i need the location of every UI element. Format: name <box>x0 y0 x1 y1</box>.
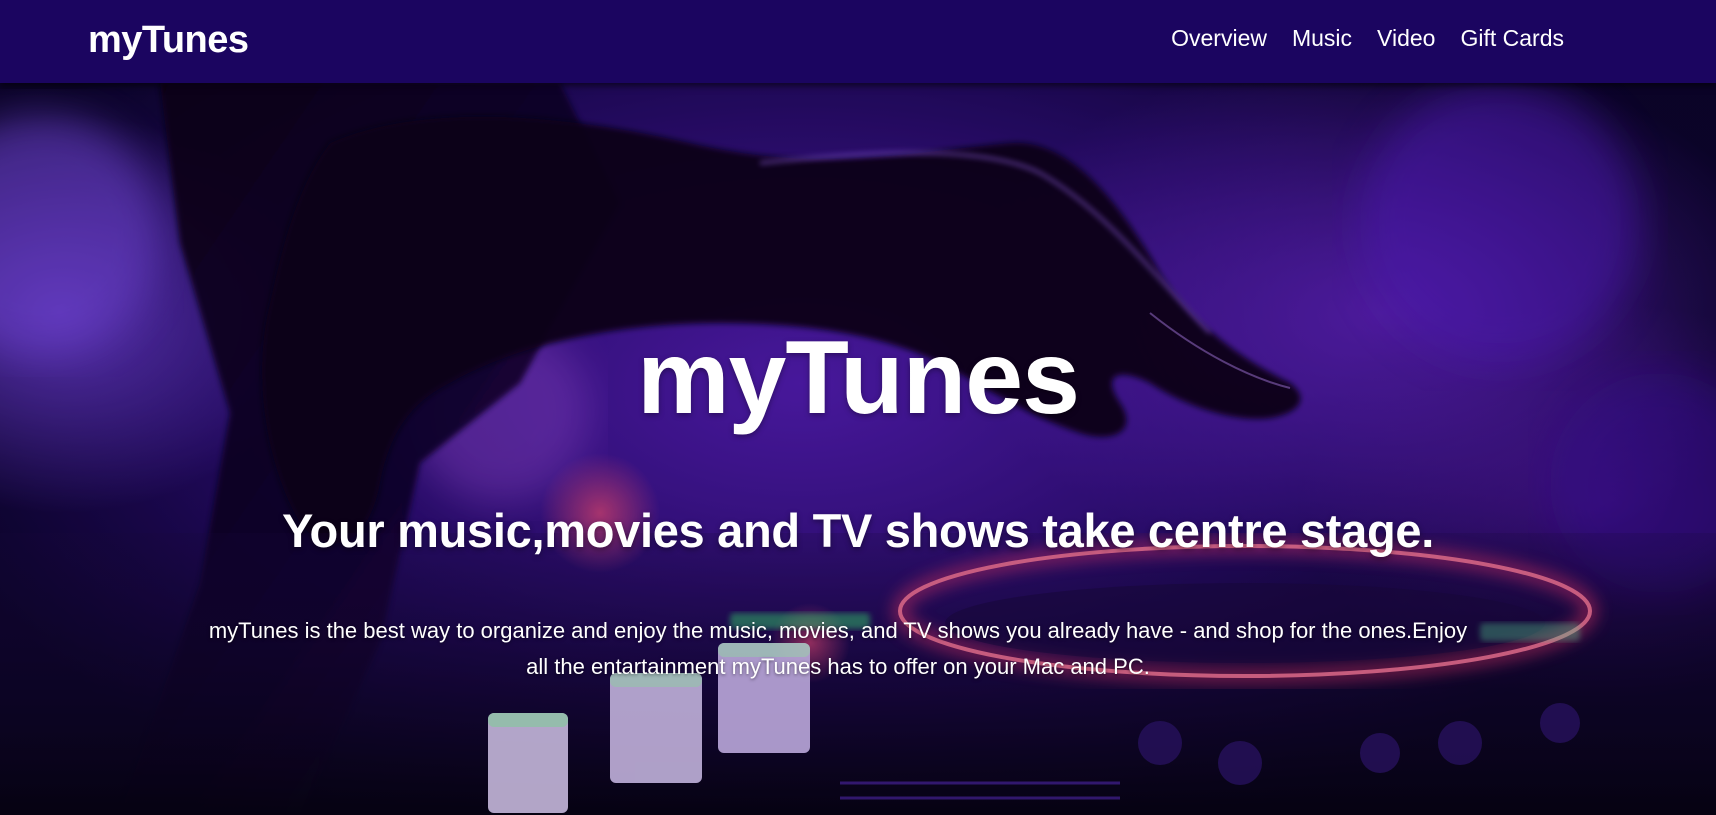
nav-link-gift-cards[interactable]: Gift Cards <box>1460 25 1564 51</box>
nav-item-music: Music <box>1292 22 1352 54</box>
nav-link-music[interactable]: Music <box>1292 25 1352 51</box>
page: myTunes Overview Music Video Gift Cards <box>0 0 1716 815</box>
hero-background-image <box>0 83 1716 815</box>
main-nav: Overview Music Video Gift Cards <box>1171 22 1564 54</box>
nav-link-video[interactable]: Video <box>1377 25 1435 51</box>
nav-item-overview: Overview <box>1171 22 1267 54</box>
nav-item-gift-cards: Gift Cards <box>1460 22 1564 54</box>
brand-logo-link[interactable]: myTunes <box>88 17 249 63</box>
nav-item-video: Video <box>1377 22 1435 54</box>
nav-link-overview[interactable]: Overview <box>1171 25 1267 51</box>
hero-description: myTunes is the best way to organize and … <box>208 618 1468 679</box>
hero-section: myTunes Your music,movies and TV shows t… <box>0 83 1716 815</box>
hero-title: myTunes <box>637 320 1080 436</box>
navbar: myTunes Overview Music Video Gift Cards <box>0 0 1716 83</box>
hero-subtitle: Your music,movies and TV shows take cent… <box>282 504 1434 557</box>
